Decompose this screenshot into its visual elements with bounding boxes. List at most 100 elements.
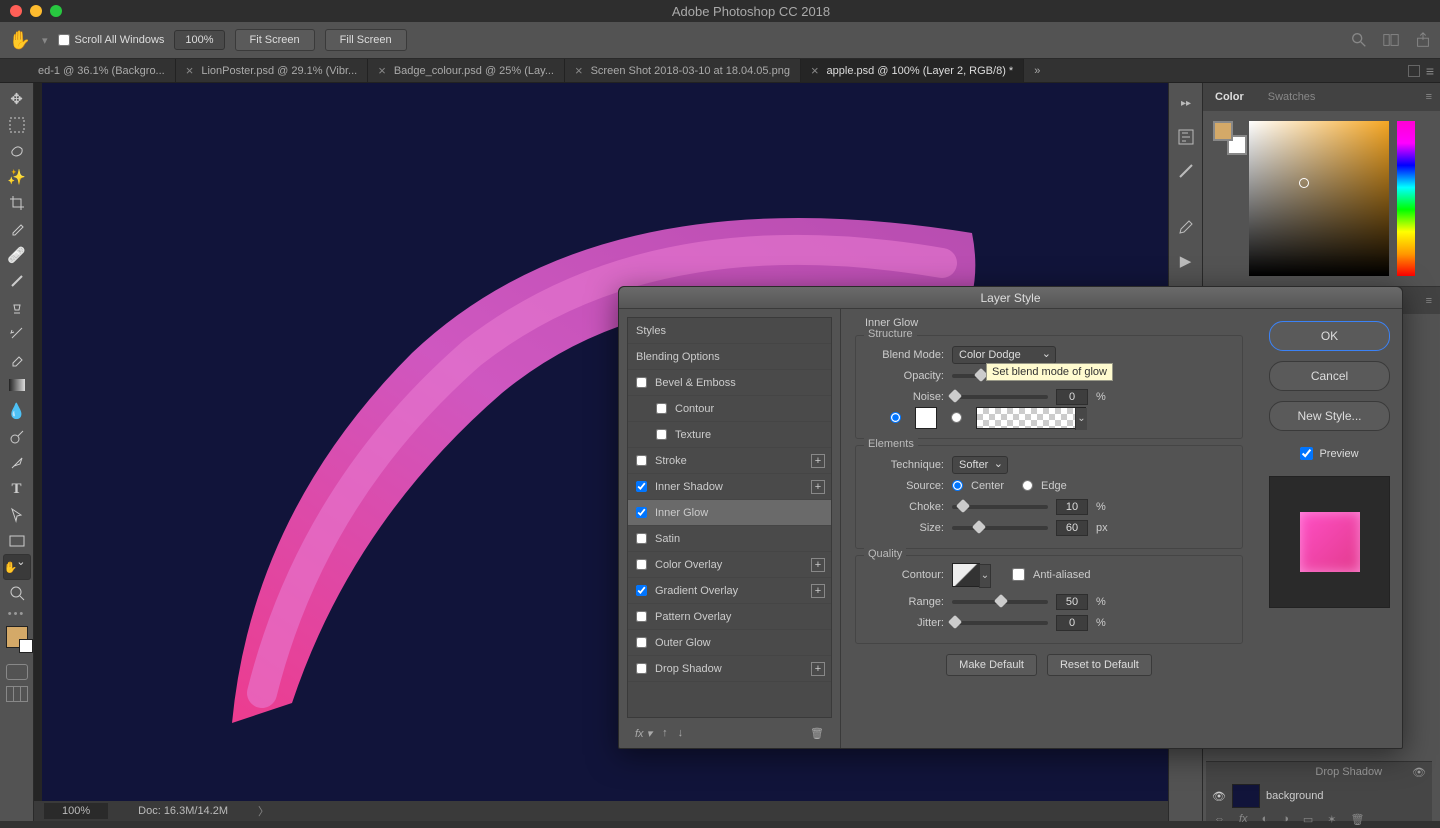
close-tab-icon[interactable]: × (378, 63, 386, 78)
panel-toggle-icon[interactable] (1408, 65, 1420, 77)
layer-thumb[interactable] (1232, 784, 1260, 808)
color-field[interactable] (1249, 121, 1389, 276)
maximize-window-button[interactable] (50, 5, 62, 17)
close-window-button[interactable] (10, 5, 22, 17)
preview-checkbox[interactable]: Preview (1269, 447, 1390, 460)
blur-tool[interactable]: 💧 (3, 398, 31, 424)
background-color[interactable] (19, 639, 33, 653)
noise-slider[interactable] (952, 395, 1048, 399)
layer-mask-icon[interactable]: ◐ (1262, 813, 1269, 825)
effect-color-overlay[interactable]: Color Overlay+ (628, 552, 831, 578)
rectangle-tool[interactable] (3, 528, 31, 554)
hand-tool[interactable]: ✋ (3, 554, 31, 580)
stamp-tool[interactable] (3, 294, 31, 320)
share-icon[interactable] (1414, 31, 1432, 49)
crop-tool[interactable] (3, 190, 31, 216)
close-tab-icon[interactable]: × (575, 63, 583, 78)
link-layers-icon[interactable]: ⇔ (1214, 813, 1225, 825)
foreground-color[interactable] (6, 626, 28, 648)
brush-tool[interactable] (3, 268, 31, 294)
panel-menu-icon[interactable]: ≡ (1426, 63, 1434, 79)
dialog-title[interactable]: Layer Style (619, 287, 1402, 309)
tab-swatches[interactable]: Swatches (1256, 85, 1328, 109)
effect-texture[interactable]: Texture (628, 422, 831, 448)
history-panel-icon[interactable] (1174, 125, 1198, 149)
hue-bar[interactable] (1397, 121, 1415, 276)
effect-gradient-overlay[interactable]: Gradient Overlay+ (628, 578, 831, 604)
styles-header[interactable]: Styles (628, 318, 831, 344)
doc-tab-3[interactable]: ×Screen Shot 2018-03-10 at 18.04.05.png (565, 59, 801, 82)
effect-contour[interactable]: Contour (628, 396, 831, 422)
cancel-button[interactable]: Cancel (1269, 361, 1390, 391)
panel-expand-icon[interactable]: ▸▸ (1174, 91, 1198, 115)
panel-menu-icon[interactable]: ≡ (1418, 91, 1440, 103)
fill-screen-button[interactable]: Fill Screen (325, 29, 407, 51)
eyedropper-tool[interactable] (3, 216, 31, 242)
type-tool[interactable]: T (3, 476, 31, 502)
quickmask-toggle[interactable] (6, 664, 28, 680)
status-doc-size[interactable]: Doc: 16.3M/14.2M (138, 805, 228, 817)
ok-button[interactable]: OK (1269, 321, 1390, 351)
more-tabs-button[interactable]: » (1024, 59, 1050, 82)
move-tool[interactable]: ✥ (3, 86, 31, 112)
magic-wand-tool[interactable]: ✨ (3, 164, 31, 190)
path-select-tool[interactable] (3, 502, 31, 528)
effect-drop-shadow[interactable]: Drop Shadow+ (628, 656, 831, 682)
close-tab-icon[interactable]: × (186, 63, 194, 78)
close-tab-icon[interactable]: × (811, 63, 819, 78)
adjustment-layer-icon[interactable]: ◑ (1282, 813, 1289, 825)
make-default-button[interactable]: Make Default (946, 654, 1037, 676)
effect-inner-glow[interactable]: Inner Glow (628, 500, 831, 526)
doc-tab-1[interactable]: ×LionPoster.psd @ 29.1% (Vibr... (176, 59, 368, 82)
gradient-tool[interactable] (3, 372, 31, 398)
new-style-button[interactable]: New Style... (1269, 401, 1390, 431)
fit-screen-button[interactable]: Fit Screen (235, 29, 315, 51)
doc-tab-2[interactable]: ×Badge_colour.psd @ 25% (Lay... (368, 59, 565, 82)
effect-outer-glow[interactable]: Outer Glow (628, 630, 831, 656)
effect-visibility-icon[interactable]: 👁 (1412, 766, 1426, 779)
layer-fx-icon[interactable]: fx (1239, 813, 1248, 825)
add-effect-icon[interactable]: + (811, 558, 825, 572)
add-effect-icon[interactable]: + (811, 480, 825, 494)
source-edge-radio[interactable] (1022, 480, 1033, 491)
edit-toolbar-button[interactable]: ••• (8, 606, 26, 622)
layer-visibility-icon[interactable]: 👁 (1212, 790, 1226, 803)
healing-tool[interactable]: 🩹 (3, 242, 31, 268)
delete-layer-icon[interactable]: 🗑 (1351, 813, 1365, 826)
glow-gradient-radio[interactable] (951, 412, 962, 423)
reset-default-button[interactable]: Reset to Default (1047, 654, 1152, 676)
add-effect-icon[interactable]: + (811, 454, 825, 468)
blend-mode-select[interactable]: Color Dodge (952, 346, 1056, 364)
status-zoom[interactable]: 100% (44, 803, 108, 819)
arrange-docs-icon[interactable] (1382, 31, 1400, 49)
effect-satin[interactable]: Satin (628, 526, 831, 552)
anti-aliased-checkbox[interactable] (1012, 568, 1025, 581)
range-slider[interactable] (952, 600, 1048, 604)
pen-tool[interactable] (3, 450, 31, 476)
scroll-all-windows-checkbox[interactable]: Scroll All Windows (58, 34, 165, 46)
actions-panel-icon[interactable]: ▶ (1174, 249, 1198, 273)
jitter-slider[interactable] (952, 621, 1048, 625)
brushes-panel-icon[interactable] (1174, 159, 1198, 183)
effect-inner-shadow[interactable]: Inner Shadow+ (628, 474, 831, 500)
choke-value[interactable]: 10 (1056, 499, 1088, 515)
brush-settings-icon[interactable] (1174, 215, 1198, 239)
fg-color-swatch[interactable] (1213, 121, 1233, 141)
layer-effect-dropshadow[interactable]: Drop Shadow (1315, 766, 1382, 778)
doc-tab-0[interactable]: ed-1 @ 36.1% (Backgro... (0, 59, 176, 82)
noise-value[interactable]: 0 (1056, 389, 1088, 405)
technique-select[interactable]: Softer (952, 456, 1008, 474)
glow-color-swatch[interactable] (915, 407, 937, 429)
tab-color[interactable]: Color (1203, 85, 1256, 109)
screenmode-toggle[interactable] (6, 686, 28, 702)
add-effect-icon[interactable]: + (811, 662, 825, 676)
choke-slider[interactable] (952, 505, 1048, 509)
contour-picker[interactable]: ⌄ (952, 563, 980, 587)
fgbg-swatches[interactable] (1213, 121, 1241, 149)
source-center-radio[interactable] (952, 480, 963, 491)
history-brush-tool[interactable] (3, 320, 31, 346)
move-down-icon[interactable]: ↓ (678, 727, 684, 739)
effect-bevel[interactable]: Bevel & Emboss (628, 370, 831, 396)
trash-icon[interactable]: 🗑 (810, 727, 824, 740)
glow-gradient-picker[interactable]: ⌄ (976, 407, 1086, 429)
